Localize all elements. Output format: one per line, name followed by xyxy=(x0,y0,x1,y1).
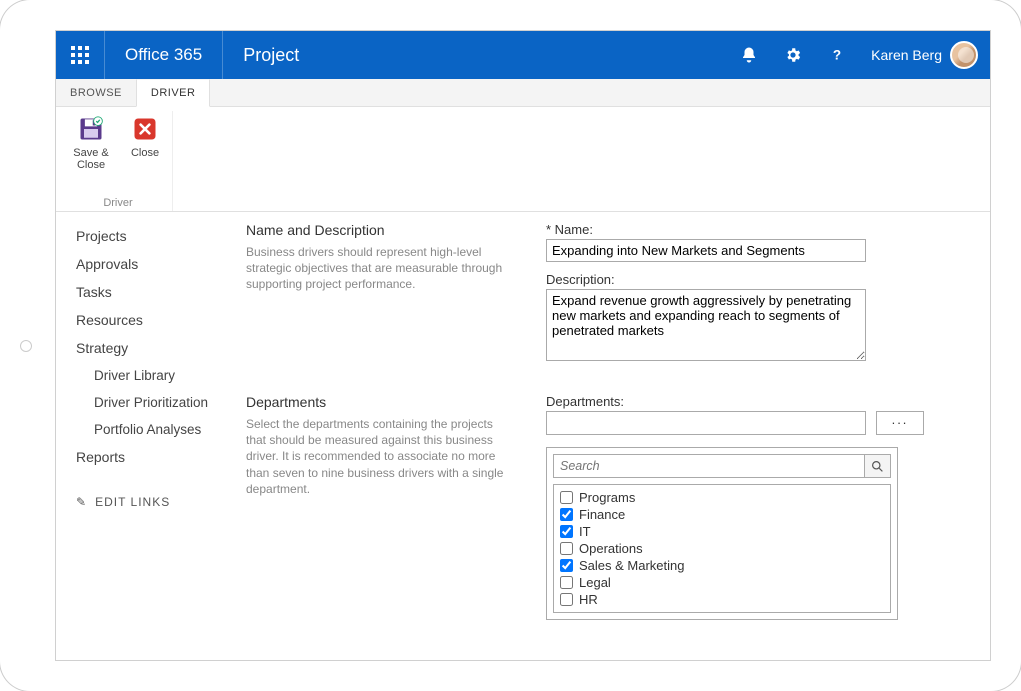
department-item-label: Finance xyxy=(579,507,625,522)
description-label: Description: xyxy=(546,272,970,287)
section-departments: Departments Select the departments conta… xyxy=(246,394,970,620)
nav-projects[interactable]: Projects xyxy=(76,222,246,250)
name-input[interactable] xyxy=(546,239,866,262)
department-checkbox[interactable] xyxy=(560,576,573,589)
department-list[interactable]: Programs Finance IT Operations Sales & Marke… xyxy=(553,484,891,613)
suite-brand[interactable]: Office 365 xyxy=(105,31,222,79)
save-icon xyxy=(77,115,105,143)
page-body-scroll[interactable]: Projects Approvals Tasks Resources Strat… xyxy=(56,212,990,660)
department-search-input[interactable] xyxy=(553,454,865,478)
nav-edit-links[interactable]: ✎ EDIT LINKS xyxy=(76,495,246,509)
department-item-label: Sales & Marketing xyxy=(579,558,685,573)
nav-approvals[interactable]: Approvals xyxy=(76,250,246,278)
nav-edit-links-label: EDIT LINKS xyxy=(95,495,170,509)
app-launcher-icon[interactable] xyxy=(56,31,104,79)
list-item[interactable]: IT xyxy=(560,523,884,540)
tab-driver[interactable]: DRIVER xyxy=(136,79,211,107)
list-item[interactable]: Finance xyxy=(560,506,884,523)
settings-icon[interactable] xyxy=(771,31,815,79)
nav-strategy[interactable]: Strategy xyxy=(76,334,246,362)
department-item-label: Legal xyxy=(579,575,611,590)
name-label: Name: xyxy=(546,222,970,237)
quick-launch-nav: Projects Approvals Tasks Resources Strat… xyxy=(76,222,246,630)
ribbon-tabs-row: BROWSE DRIVER xyxy=(56,79,990,107)
search-icon xyxy=(871,460,884,473)
department-checkbox[interactable] xyxy=(560,525,573,538)
section-title-dept: Departments xyxy=(246,394,506,410)
close-icon xyxy=(131,115,159,143)
departments-input[interactable] xyxy=(546,411,866,435)
department-item-label: HR xyxy=(579,592,598,607)
section-desc: Business drivers should represent high-l… xyxy=(246,244,506,293)
department-item-label: Programs xyxy=(579,490,635,505)
departments-label: Departments: xyxy=(546,394,970,409)
close-label: Close xyxy=(131,147,159,159)
search-go-button[interactable] xyxy=(865,454,891,478)
nav-tasks[interactable]: Tasks xyxy=(76,278,246,306)
user-menu[interactable]: Karen Berg xyxy=(859,31,990,79)
departments-browse-button[interactable]: ... xyxy=(876,411,924,435)
nav-reports[interactable]: Reports xyxy=(76,443,246,471)
department-checkbox[interactable] xyxy=(560,508,573,521)
description-input[interactable] xyxy=(546,289,866,361)
list-item[interactable]: HR xyxy=(560,591,884,608)
notifications-icon[interactable] xyxy=(727,31,771,79)
save-and-close-label: Save & Close xyxy=(68,147,114,171)
app-name[interactable]: Project xyxy=(223,31,319,79)
office-header: Office 365 Project ? Karen Berg xyxy=(56,31,990,79)
department-checkbox[interactable] xyxy=(560,593,573,606)
department-checkbox[interactable] xyxy=(560,559,573,572)
section-title: Name and Description xyxy=(246,222,506,238)
svg-text:?: ? xyxy=(833,48,841,63)
tab-browse[interactable]: BROWSE xyxy=(56,79,136,106)
department-checkbox[interactable] xyxy=(560,542,573,555)
user-avatar xyxy=(950,41,978,69)
ribbon-group-label: Driver xyxy=(103,193,132,211)
pencil-icon: ✎ xyxy=(76,495,87,509)
nav-driver-prioritization[interactable]: Driver Prioritization xyxy=(76,389,246,416)
form-main: Name and Description Business drivers sh… xyxy=(246,222,970,630)
ribbon: Save & Close Close Driver xyxy=(56,107,990,212)
department-checkbox[interactable] xyxy=(560,491,573,504)
nav-driver-library[interactable]: Driver Library xyxy=(76,362,246,389)
user-name-label: Karen Berg xyxy=(871,47,942,63)
ribbon-group-driver: Save & Close Close Driver xyxy=(64,111,173,211)
nav-resources[interactable]: Resources xyxy=(76,306,246,334)
help-icon[interactable]: ? xyxy=(815,31,859,79)
list-item[interactable]: Programs xyxy=(560,489,884,506)
section-desc-dept: Select the departments containing the pr… xyxy=(246,416,506,497)
department-picker: Programs Finance IT Operations Sales & Marke… xyxy=(546,447,898,620)
department-item-label: Operations xyxy=(579,541,643,556)
list-item[interactable]: Legal xyxy=(560,574,884,591)
list-item[interactable]: Operations xyxy=(560,540,884,557)
save-and-close-button[interactable]: Save & Close xyxy=(68,115,114,171)
section-name-description: Name and Description Business drivers sh… xyxy=(246,222,970,364)
nav-portfolio-analyses[interactable]: Portfolio Analyses xyxy=(76,416,246,443)
list-item[interactable]: Sales & Marketing xyxy=(560,557,884,574)
department-item-label: IT xyxy=(579,524,591,539)
close-button[interactable]: Close xyxy=(122,115,168,159)
